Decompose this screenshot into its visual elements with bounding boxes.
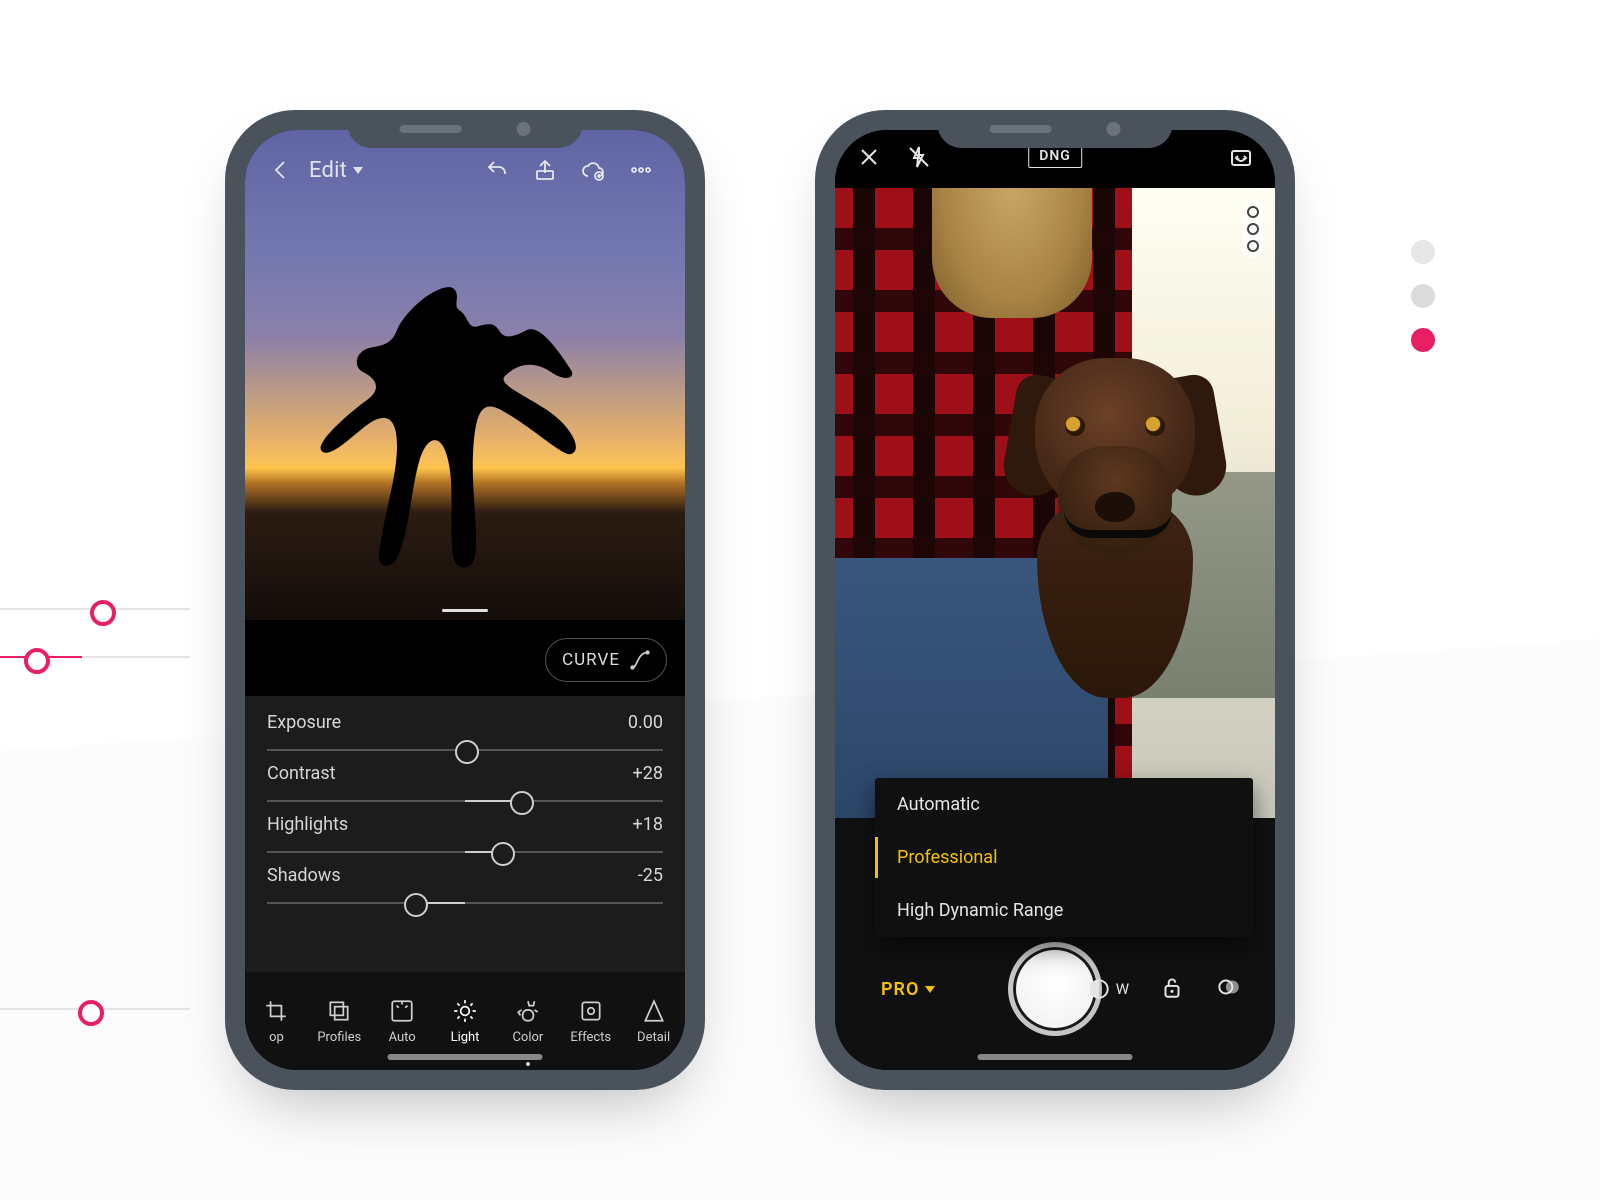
decorative-slider (0, 656, 190, 658)
dot (1411, 240, 1435, 264)
tab-effects[interactable]: Effects (559, 972, 622, 1070)
mode-option-label: Professional (897, 847, 997, 868)
camera-mode-menu: Automatic Professional High Dynamic Range (875, 778, 1253, 937)
slider-track[interactable] (267, 902, 663, 904)
slider-label: Shadows (267, 865, 341, 886)
tab-label: op (269, 1030, 284, 1045)
flash-off-icon[interactable] (907, 145, 931, 173)
subject-dog (1015, 358, 1215, 678)
slider-track[interactable] (267, 800, 663, 802)
phone-notch (938, 110, 1173, 148)
slider-value: +28 (633, 763, 663, 784)
share-icon[interactable] (525, 150, 565, 190)
pagination-dots (1411, 240, 1435, 352)
slider-knob[interactable] (491, 842, 515, 866)
color-icon (515, 998, 541, 1024)
slider-track[interactable] (267, 851, 663, 853)
slider-highlights[interactable]: Highlights +18 (267, 814, 663, 853)
slider-knob[interactable] (510, 791, 534, 815)
mode-label: PRO (881, 979, 919, 1000)
decorative-slider (0, 608, 190, 610)
caret-down-icon (925, 986, 935, 993)
undo-icon[interactable] (477, 150, 517, 190)
tab-label: Detail (637, 1030, 670, 1045)
screen: DNG AutomaticProfessionalHigh Dynamic Ra… (835, 130, 1275, 1070)
light-icon (452, 998, 478, 1024)
screen: Edit CURVE Exposure 0.00 Contrast +28 (245, 130, 685, 1070)
slider-value: -25 (638, 865, 663, 886)
decorative-slider (0, 1008, 190, 1010)
curve-icon (630, 650, 650, 670)
phone-mock-camera: DNG AutomaticProfessionalHigh Dynamic Ra… (815, 110, 1295, 1090)
switch-camera-icon[interactable] (1229, 145, 1253, 173)
slider-exposure[interactable]: Exposure 0.00 (267, 712, 663, 751)
effects-icon (578, 998, 604, 1024)
slider-value: +18 (633, 814, 663, 835)
slider-label: Highlights (267, 814, 348, 835)
wb-label: W (1116, 980, 1129, 998)
camera-controls: PRO W (835, 944, 1275, 1034)
slider-label: Contrast (267, 763, 336, 784)
back-chevron-icon[interactable] (261, 150, 301, 190)
tab-label: Light (451, 1030, 480, 1045)
home-indicator[interactable] (978, 1054, 1133, 1060)
tab-label: Auto (389, 1030, 416, 1045)
screen-title-label: Edit (309, 158, 347, 183)
dot (1411, 284, 1435, 308)
crop-icon (263, 998, 289, 1024)
curve-button[interactable]: CURVE (545, 638, 667, 682)
phone-notch (348, 110, 583, 148)
lock-open-icon[interactable] (1159, 974, 1185, 1004)
tab-profiles[interactable]: Profiles (308, 972, 371, 1070)
mode-option-automatic[interactable]: Automatic (875, 778, 1253, 831)
camera-viewfinder[interactable] (835, 188, 1275, 818)
profiles-icon (326, 998, 352, 1024)
slider-value: 0.00 (628, 712, 663, 733)
slider-contrast[interactable]: Contrast +28 (267, 763, 663, 802)
drag-handle-icon[interactable] (442, 609, 488, 612)
detail-icon (641, 998, 667, 1024)
slider-knob[interactable] (404, 893, 428, 917)
mode-option-label: High Dynamic Range (897, 900, 1063, 921)
cloud-add-icon[interactable] (573, 150, 613, 190)
mode-option-high-dynamic-range[interactable]: High Dynamic Range (875, 884, 1253, 937)
slider-knob[interactable] (455, 740, 479, 764)
slider-shadows[interactable]: Shadows -25 (267, 865, 663, 904)
tab-op[interactable]: op (245, 972, 308, 1070)
slider-label: Exposure (267, 712, 341, 733)
screen-title[interactable]: Edit (309, 158, 363, 183)
dot (1411, 328, 1435, 352)
light-sliders-panel: Exposure 0.00 Contrast +28 Highlights +18 S… (245, 696, 685, 972)
subject-silhouette (307, 276, 587, 576)
caret-down-icon (353, 167, 363, 174)
home-indicator[interactable] (388, 1054, 543, 1060)
mode-option-label: Automatic (897, 794, 980, 815)
filters-icon[interactable] (1215, 974, 1241, 1004)
tab-label: Color (512, 1030, 543, 1045)
auto-icon (389, 998, 415, 1024)
slider-track[interactable] (267, 749, 663, 751)
more-icon[interactable] (621, 150, 661, 190)
phone-mock-edit: Edit CURVE Exposure 0.00 Contrast +28 (225, 110, 705, 1090)
curve-label: CURVE (562, 650, 620, 670)
mode-option-professional[interactable]: Professional (875, 831, 1253, 884)
modified-dot-icon (526, 1062, 530, 1066)
whitebalance-icon[interactable]: W (1086, 976, 1129, 1002)
tab-detail[interactable]: Detail (622, 972, 685, 1070)
timer-indicator-icon[interactable] (1243, 200, 1263, 258)
tab-label: Effects (570, 1030, 611, 1045)
close-icon[interactable] (857, 145, 881, 173)
mode-selector[interactable]: PRO (881, 979, 935, 1000)
tab-label: Profiles (317, 1030, 361, 1045)
